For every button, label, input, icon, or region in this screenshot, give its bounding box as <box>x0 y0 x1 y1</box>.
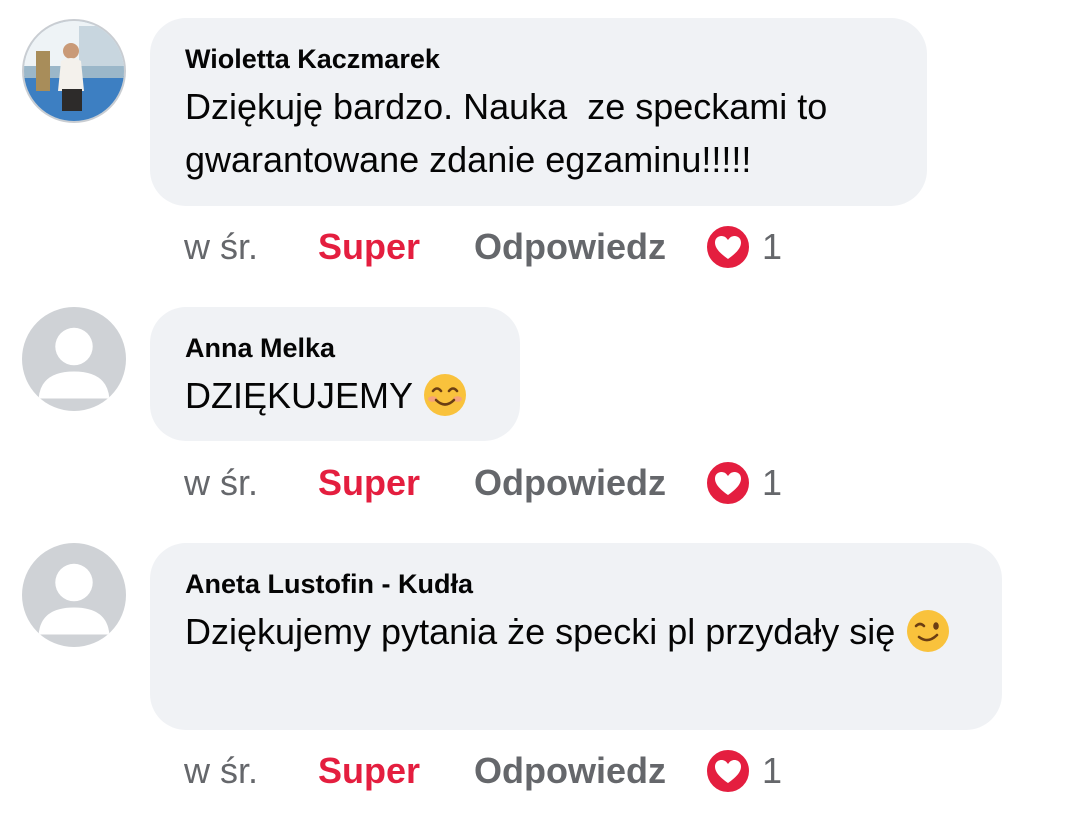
like-button[interactable]: Super <box>318 226 474 268</box>
reaction-count[interactable]: 1 <box>762 226 782 268</box>
like-button[interactable]: Super <box>318 750 474 792</box>
avatar[interactable] <box>22 307 126 411</box>
user-photo-icon <box>24 21 124 121</box>
comment-text: Dziękuję bardzo. Nauka ze speckami to gw… <box>185 86 838 180</box>
comment-text-content: Dziękujemy pytania że specki pl przydały… <box>185 611 906 652</box>
comment-text: DZIĘKUJEMY <box>185 369 484 422</box>
comment-actions: w śr. Super Odpowiedz 1 <box>184 222 782 272</box>
comment-text-content: DZIĘKUJEMY <box>185 375 423 416</box>
heart-icon[interactable] <box>704 459 752 507</box>
comment-author[interactable]: Aneta Lustofin - Kudła <box>185 567 966 601</box>
reply-button[interactable]: Odpowiedz <box>474 750 704 792</box>
comment-bubble: Aneta Lustofin - Kudła Dziękujemy pytani… <box>150 543 1002 730</box>
comment-time[interactable]: w śr. <box>184 750 318 792</box>
winking-face-emoji <box>905 608 951 654</box>
avatar[interactable] <box>22 19 126 123</box>
reply-button[interactable]: Odpowiedz <box>474 226 704 268</box>
reply-button[interactable]: Odpowiedz <box>474 462 704 504</box>
comment-actions: w śr. Super Odpowiedz 1 <box>184 458 782 508</box>
avatar[interactable] <box>22 543 126 647</box>
comment-time[interactable]: w śr. <box>184 226 318 268</box>
reaction-count[interactable]: 1 <box>762 750 782 792</box>
like-button[interactable]: Super <box>318 462 474 504</box>
default-user-icon <box>38 327 110 399</box>
heart-icon[interactable] <box>704 223 752 271</box>
comment-author[interactable]: Wioletta Kaczmarek <box>185 42 891 76</box>
comment-bubble: Wioletta Kaczmarek Dziękuję bardzo. Nauk… <box>150 18 927 206</box>
heart-icon[interactable] <box>704 747 752 795</box>
smiling-face-emoji <box>422 372 468 418</box>
comment-author[interactable]: Anna Melka <box>185 331 484 365</box>
comment-actions: w śr. Super Odpowiedz 1 <box>184 746 782 796</box>
default-user-icon <box>38 563 110 635</box>
comment-bubble: Anna Melka DZIĘKUJEMY <box>150 307 520 441</box>
comment-text: Dziękujemy pytania że specki pl przydały… <box>185 605 966 658</box>
comment-time[interactable]: w śr. <box>184 462 318 504</box>
reaction-count[interactable]: 1 <box>762 462 782 504</box>
